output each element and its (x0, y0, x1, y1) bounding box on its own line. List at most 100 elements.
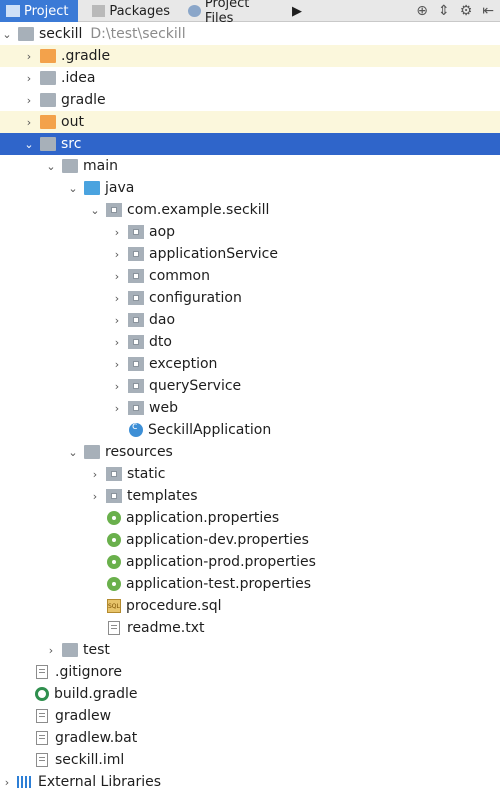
more-tabs-button[interactable]: ▶ (286, 0, 302, 22)
spring-properties-icon (107, 555, 121, 569)
expand-arrow[interactable]: ⌄ (66, 177, 80, 199)
tree-row-templates[interactable]: › templates (0, 485, 500, 507)
expand-arrow[interactable]: › (110, 221, 124, 243)
package-icon (128, 291, 144, 305)
folder-icon (40, 49, 56, 63)
locate-icon[interactable]: ⊕ (416, 3, 428, 19)
expand-arrow[interactable]: › (110, 375, 124, 397)
expand-arrow[interactable]: › (22, 67, 36, 89)
expand-arrow[interactable]: › (0, 771, 14, 793)
tree-row-com-example-seckill[interactable]: ⌄ com.example.seckill (0, 199, 500, 221)
tree-row-aop[interactable]: › aop (0, 221, 500, 243)
project-icon (6, 5, 20, 17)
expand-arrow[interactable]: › (110, 353, 124, 375)
tree-row-gradlew[interactable]: gradlew (0, 705, 500, 727)
expand-arrow[interactable]: › (110, 331, 124, 353)
row-label: exception (149, 356, 218, 372)
tree-row-application-dev-properties[interactable]: application-dev.properties (0, 529, 500, 551)
tree-row-application-properties[interactable]: application.properties (0, 507, 500, 529)
tree-row-static[interactable]: › static (0, 463, 500, 485)
expand-arrow[interactable]: ⌄ (22, 133, 36, 155)
row-label: .gitignore (55, 664, 122, 680)
tree-row-dao[interactable]: › dao (0, 309, 500, 331)
tree-row-application-prod-properties[interactable]: application-prod.properties (0, 551, 500, 573)
expand-arrow[interactable]: ⌄ (0, 23, 14, 45)
folder-icon (106, 467, 122, 481)
tree-row-resources[interactable]: ⌄ resources (0, 441, 500, 463)
row-label: web (149, 400, 178, 416)
tree-row-java[interactable]: ⌄ java (0, 177, 500, 199)
tree-row-idea[interactable]: › .idea (0, 67, 500, 89)
tool-window-tabbar: Project Packages Project Files ▶ ⊕ ⇕ ⚙ ⇤ (0, 0, 500, 26)
source-folder-icon (84, 181, 100, 195)
tree-row-common[interactable]: › common (0, 265, 500, 287)
package-icon (128, 225, 144, 239)
collapse-all-icon[interactable]: ⇕ (438, 3, 450, 19)
tree-row-queryservice[interactable]: › queryService (0, 375, 500, 397)
expand-arrow[interactable]: › (110, 287, 124, 309)
text-file-icon (36, 731, 48, 745)
expand-arrow[interactable]: ⌄ (44, 155, 58, 177)
spring-boot-class-icon (129, 421, 143, 437)
tree-row-procedure-sql[interactable]: procedure.sql (0, 595, 500, 617)
row-label: application-prod.properties (126, 554, 316, 570)
tree-row-configuration[interactable]: › configuration (0, 287, 500, 309)
tree-row-seckill-iml[interactable]: seckill.iml (0, 749, 500, 771)
package-icon (128, 335, 144, 349)
row-label: java (105, 180, 135, 196)
text-file-icon (36, 665, 48, 679)
expand-arrow[interactable]: ⌄ (88, 199, 102, 221)
libraries-icon (17, 776, 33, 788)
tree-row-src[interactable]: ⌄ src (0, 133, 500, 155)
expand-arrow[interactable]: › (110, 397, 124, 419)
package-icon (128, 247, 144, 261)
tree-row-out[interactable]: › out (0, 111, 500, 133)
tree-row-exception[interactable]: › exception (0, 353, 500, 375)
row-label: SeckillApplication (148, 422, 272, 438)
tree-row-readme-txt[interactable]: readme.txt (0, 617, 500, 639)
expand-arrow[interactable]: › (110, 265, 124, 287)
folder-icon (40, 71, 56, 85)
tree-row-test[interactable]: › test (0, 639, 500, 661)
row-label: .idea (61, 70, 96, 86)
tree-row-application-test-properties[interactable]: application-test.properties (0, 573, 500, 595)
gear-icon[interactable]: ⚙ (460, 3, 473, 19)
tree-row-seckillapplication[interactable]: SeckillApplication (0, 419, 500, 441)
row-label: gradlew.bat (55, 730, 138, 746)
tree-row-gradle-dir[interactable]: › .gradle (0, 45, 500, 67)
expand-arrow[interactable]: › (110, 243, 124, 265)
row-label: application-dev.properties (126, 532, 309, 548)
packages-icon (92, 5, 106, 17)
expand-arrow[interactable]: › (88, 485, 102, 507)
package-icon (106, 203, 122, 217)
tree-row-gradle[interactable]: › gradle (0, 89, 500, 111)
tree-row-build-gradle[interactable]: build.gradle (0, 683, 500, 705)
tree-row-main[interactable]: ⌄ main (0, 155, 500, 177)
tree-row-applicationservice[interactable]: › applicationService (0, 243, 500, 265)
tab-project[interactable]: Project (0, 0, 78, 22)
hide-icon[interactable]: ⇤ (482, 3, 494, 19)
tree-row-gitignore[interactable]: .gitignore (0, 661, 500, 683)
row-label: seckill (39, 26, 83, 42)
row-label: gradlew (55, 708, 112, 724)
sql-file-icon (107, 599, 121, 613)
tab-project-files[interactable]: Project Files (182, 0, 282, 26)
spring-properties-icon (107, 577, 121, 591)
tree-row-root[interactable]: ⌄ seckill D:\test\seckill (0, 23, 500, 45)
row-label: dto (149, 334, 172, 350)
expand-arrow[interactable]: ⌄ (66, 441, 80, 463)
tree-row-web[interactable]: › web (0, 397, 500, 419)
expand-arrow[interactable]: › (22, 89, 36, 111)
folder-icon (62, 643, 78, 657)
tab-packages[interactable]: Packages (86, 0, 176, 22)
expand-arrow[interactable]: › (88, 463, 102, 485)
expand-arrow[interactable]: › (44, 639, 58, 661)
row-label: configuration (149, 290, 242, 306)
tree-row-dto[interactable]: › dto (0, 331, 500, 353)
expand-arrow[interactable]: › (22, 111, 36, 133)
tree-row-external-libraries[interactable]: › External Libraries (0, 771, 500, 793)
spring-properties-icon (107, 511, 121, 525)
expand-arrow[interactable]: › (22, 45, 36, 67)
tree-row-gradlew-bat[interactable]: gradlew.bat (0, 727, 500, 749)
expand-arrow[interactable]: › (110, 309, 124, 331)
